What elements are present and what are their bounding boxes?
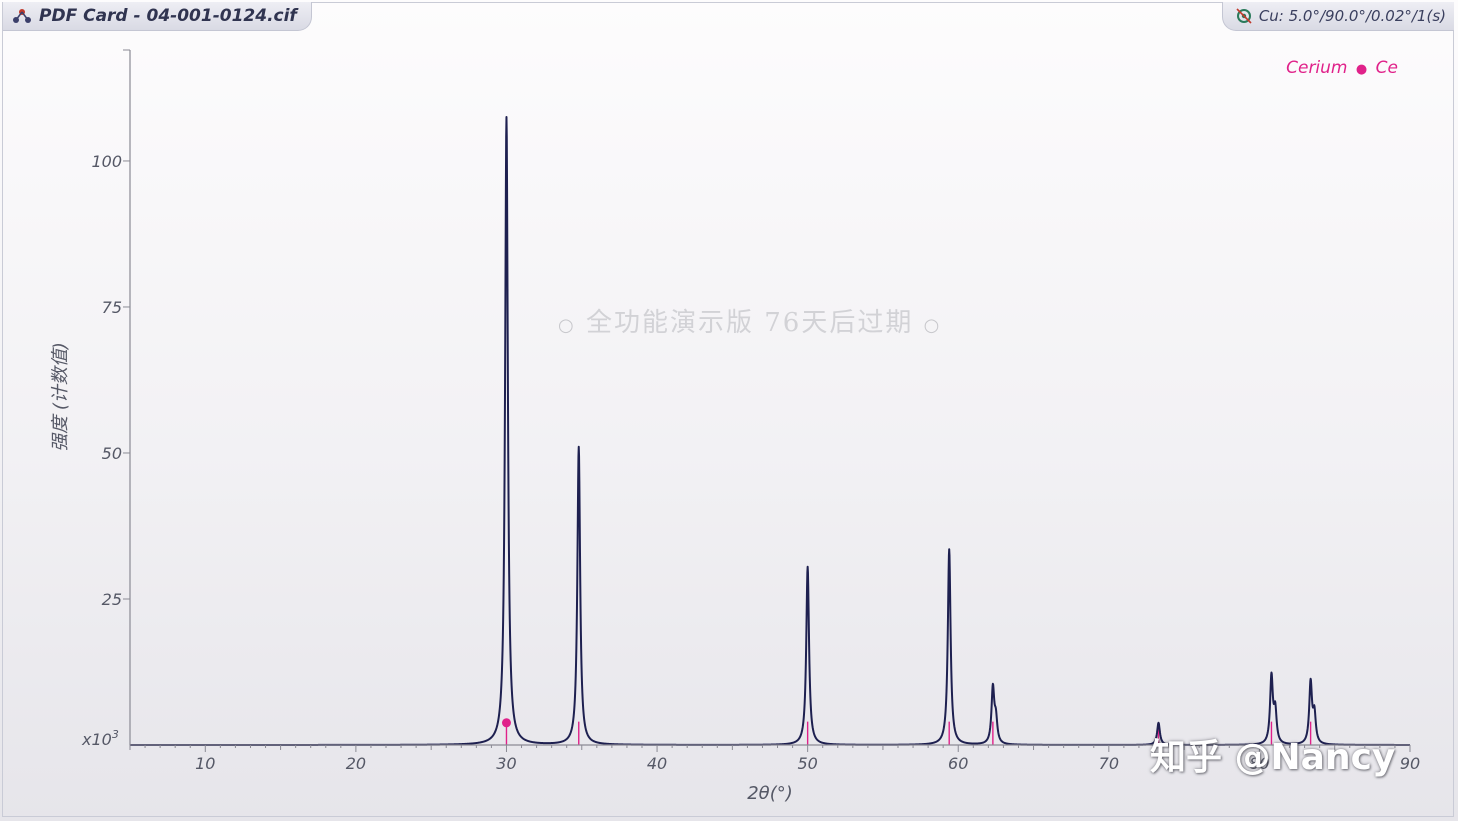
x-tick-label: 10 (195, 754, 215, 773)
y-ticks: 25 50 75 100 (91, 49, 130, 609)
x-tick-label: 70 (1099, 754, 1119, 773)
diffraction-pattern-chart[interactable]: 10 20 30 40 50 60 70 80 90 255075100 2θ(°) 强度 (计… (0, 0, 1458, 821)
x-tick-label: 50 (797, 754, 817, 773)
author-signature: 知乎 @Nancy (1150, 737, 1396, 778)
y-unit-exponent: 3 (112, 728, 119, 741)
watermark-ring-right: ○ (923, 315, 942, 336)
x-tick-label: 90 (1400, 754, 1420, 773)
x-tick-label: 60 (948, 754, 968, 773)
x-tick-label: 30 (496, 754, 516, 773)
x-tick-label: 40 (647, 754, 667, 773)
y-tick-label: 50 (102, 444, 122, 463)
watermark-text: 全功能演示版 76天后过期 (585, 308, 914, 338)
y-tick-label: 75 (102, 298, 122, 317)
peak-marker (501, 718, 511, 728)
y-unit-label: x103 (81, 728, 119, 749)
watermark-ring-left: ○ (558, 315, 576, 336)
demo-watermark: ○ 全功能演示版 76天后过期 ○ (558, 302, 941, 339)
x-axis-label: 2θ(°) (747, 783, 793, 804)
y-unit-base: x10 (81, 730, 112, 749)
y-axis-label: 强度 (计数值) (50, 342, 71, 452)
y-tick-label: 25 (102, 590, 122, 609)
x-tick-label: 20 (346, 754, 366, 773)
diffraction-pattern-line (129, 116, 1411, 746)
y-tick-label: 100 (91, 152, 122, 171)
